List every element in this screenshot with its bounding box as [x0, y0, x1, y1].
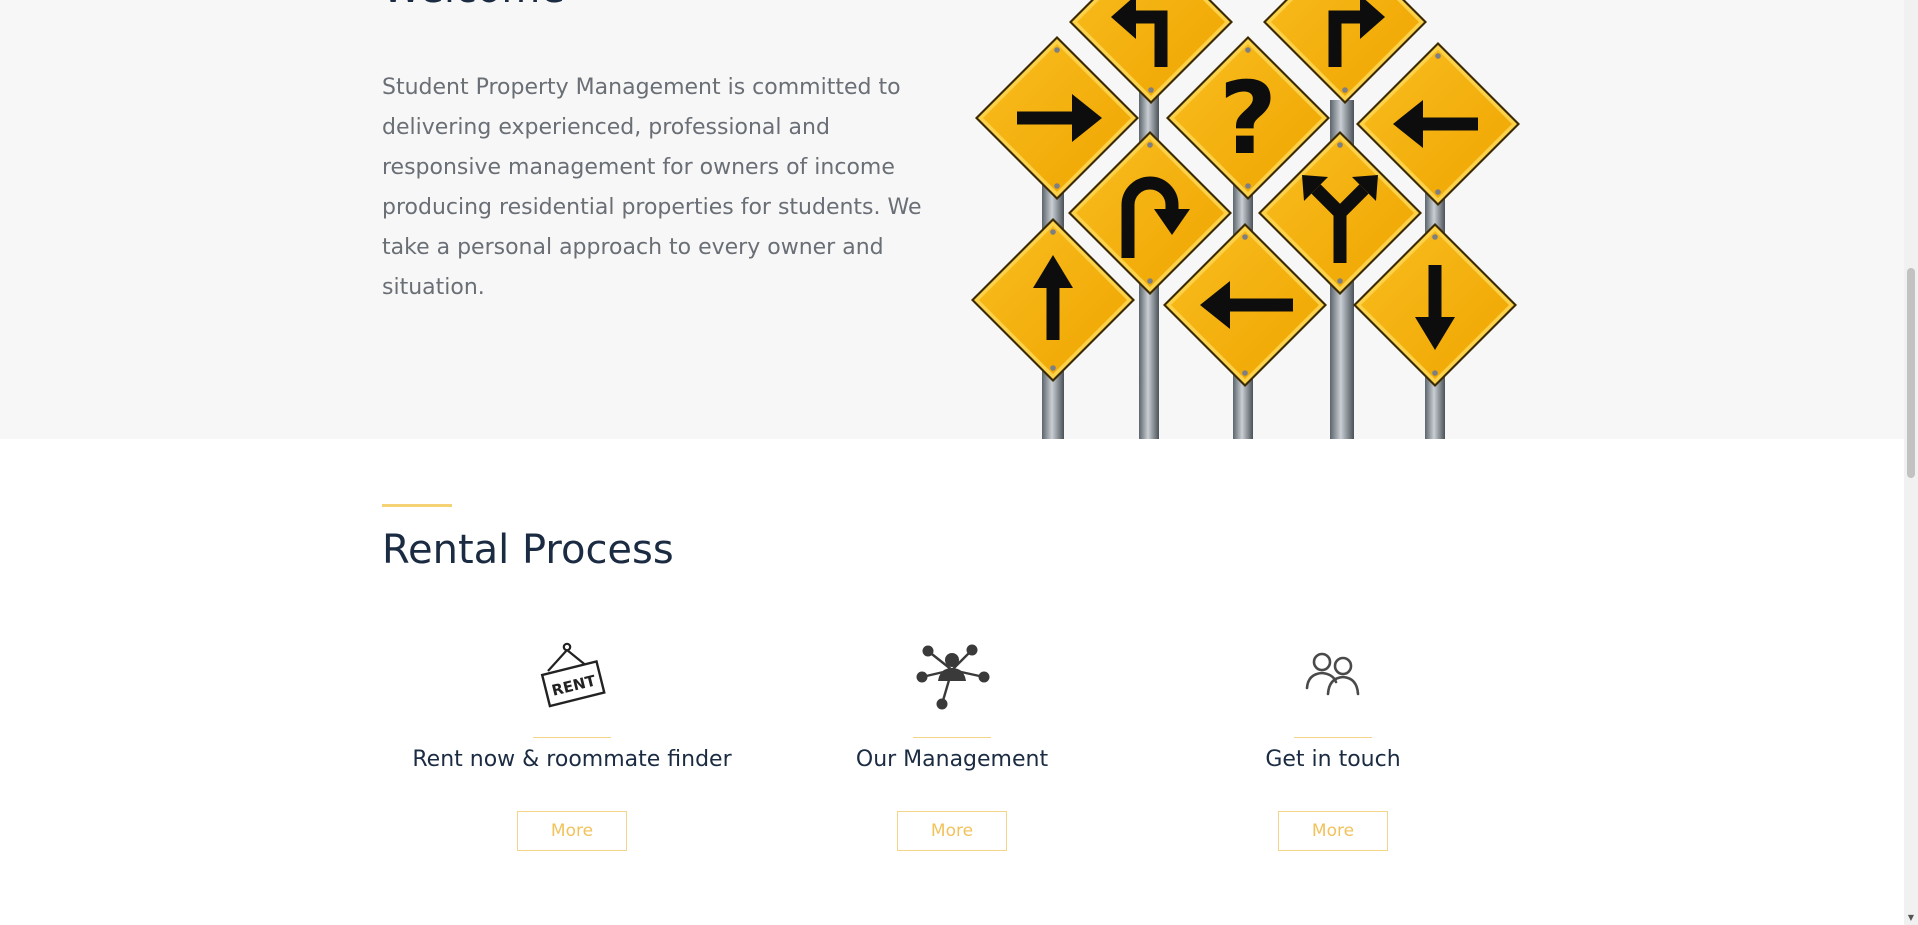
card-title: Rent now & roommate finder	[412, 747, 732, 772]
card-divider	[1294, 737, 1372, 738]
scroll-down-arrow-icon[interactable]: ▼	[1904, 911, 1918, 925]
process-card-management: Our Management More	[762, 639, 1142, 889]
scrollbar-thumb[interactable]	[1907, 268, 1915, 478]
rent-more-button[interactable]: More	[517, 811, 627, 851]
svg-text:?: ?	[1219, 60, 1277, 177]
rental-process-title: Rental Process	[382, 527, 674, 573]
card-title: Our Management	[855, 747, 1049, 772]
contact-more-button[interactable]: More	[1278, 811, 1388, 851]
road-signs-image: ?	[960, 0, 1530, 439]
card-divider	[533, 737, 611, 738]
rent-sign-icon: RENT	[532, 639, 612, 719]
welcome-title: Welcome	[382, 0, 565, 12]
process-card-contact: Get in touch More	[1143, 639, 1523, 889]
network-icon	[912, 639, 992, 719]
rental-process-section: Rental Process RENT Rent now & roommate …	[0, 439, 1904, 925]
page-scrollbar[interactable]: ▼	[1904, 0, 1918, 925]
card-divider	[913, 737, 991, 738]
people-icon	[1293, 639, 1373, 719]
welcome-section: Welcome Student Property Management is c…	[0, 0, 1904, 439]
section-accent-line	[382, 504, 452, 507]
welcome-text: Student Property Management is committed…	[382, 75, 922, 300]
process-card-rent: RENT Rent now & roommate finder More	[382, 639, 762, 889]
management-more-button[interactable]: More	[897, 811, 1007, 851]
card-title: Get in touch	[1265, 747, 1401, 772]
